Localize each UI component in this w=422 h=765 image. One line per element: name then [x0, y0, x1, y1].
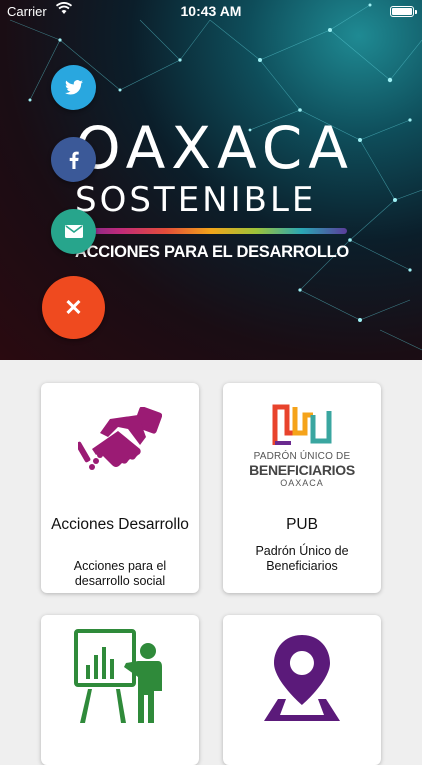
pub-logo-line2: BENEFICIARIOS — [249, 462, 355, 478]
twitter-icon — [64, 80, 83, 95]
clock: 10:43 AM — [180, 3, 242, 19]
envelope-icon — [64, 225, 83, 238]
pub-logo-line3: OAXACA — [280, 478, 324, 488]
presentation-icon — [74, 629, 162, 723]
status-bar: Carrier 10:43 AM — [0, 0, 422, 22]
logo-line1: OAXACA — [75, 114, 354, 182]
facebook-share-button[interactable] — [51, 137, 96, 182]
twitter-share-button[interactable] — [51, 65, 96, 110]
pub-logo-line1: PADRÓN ÚNICO DE — [253, 451, 351, 462]
map-pin-icon — [264, 635, 340, 721]
card-description: Acciones para el desarrollo social — [73, 559, 167, 588]
card-pub[interactable]: PADRÓN ÚNICO DE BENEFICIARIOS OAXACA PUB… — [223, 383, 381, 593]
close-icon: ✕ — [64, 294, 83, 320]
battery-icon — [390, 6, 417, 17]
oaxaca-sostenible-logo: OAXACA SOSTENIBLE ACCIONES PARA EL DESAR… — [75, 118, 375, 262]
card-acciones-desarrollo[interactable]: Acciones Desarrollo Acciones para el des… — [41, 383, 199, 593]
card-description: Padrón Único de Beneficiarios — [255, 544, 349, 573]
card-title: Acciones Desarrollo — [51, 516, 189, 533]
pub-logo: PADRÓN ÚNICO DE BENEFICIARIOS OAXACA — [241, 403, 363, 488]
logo-line2: SOSTENIBLE — [75, 180, 317, 220]
pub-logo-mark — [272, 404, 332, 445]
close-button[interactable]: ✕ — [42, 276, 105, 339]
facebook-icon — [69, 151, 79, 169]
logo-tagline: ACCIONES PARA EL DESARROLLO — [75, 243, 349, 261]
handshake-icon — [78, 407, 162, 470]
card-map[interactable] — [223, 615, 381, 765]
email-share-button[interactable] — [51, 209, 96, 254]
card-title: PUB — [286, 516, 318, 533]
card-presentation[interactable] — [41, 615, 199, 765]
hero-banner: OAXACA SOSTENIBLE ACCIONES PARA EL DESAR… — [0, 0, 422, 360]
rainbow-bar — [75, 228, 347, 234]
